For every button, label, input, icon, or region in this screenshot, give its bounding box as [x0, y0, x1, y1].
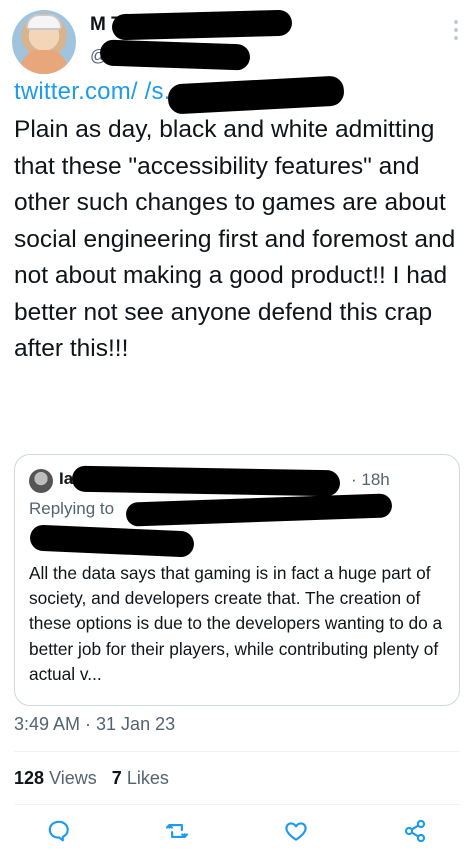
tweet-text: Plain as day, black and white admitting …	[14, 116, 456, 362]
divider	[14, 751, 460, 752]
avatar-body	[20, 50, 68, 74]
quoted-time: · 18h	[351, 470, 390, 489]
quoted-avatar	[29, 469, 53, 493]
reply-icon[interactable]	[46, 818, 72, 844]
quoted-replying-to: Replying to	[29, 499, 114, 519]
likes-count[interactable]: 7	[112, 768, 122, 788]
views-count[interactable]: 128	[14, 768, 44, 788]
action-bar	[0, 812, 474, 852]
likes-label: Likes	[126, 768, 169, 788]
share-icon[interactable]	[402, 818, 428, 844]
tweet-stats: 128 Views 7 Likes	[14, 768, 169, 789]
more-icon[interactable]	[448, 18, 464, 42]
redaction	[71, 465, 341, 497]
tweet-timestamp[interactable]: 3:49 AM · 31 Jan 23	[14, 714, 175, 735]
tweet-link[interactable]: twitter.com/ /s...	[14, 78, 184, 106]
avatar-hat	[26, 14, 62, 30]
retweet-icon[interactable]	[164, 818, 190, 844]
redaction	[167, 75, 345, 115]
redaction	[111, 9, 293, 41]
views-label: Views	[49, 768, 97, 788]
quoted-text: All the data says that gaming is in fact…	[29, 563, 443, 684]
like-icon[interactable]	[283, 818, 309, 844]
divider	[14, 804, 460, 805]
author-avatar[interactable]	[12, 10, 76, 74]
replying-label: Replying to	[29, 499, 115, 518]
redaction	[99, 39, 251, 71]
